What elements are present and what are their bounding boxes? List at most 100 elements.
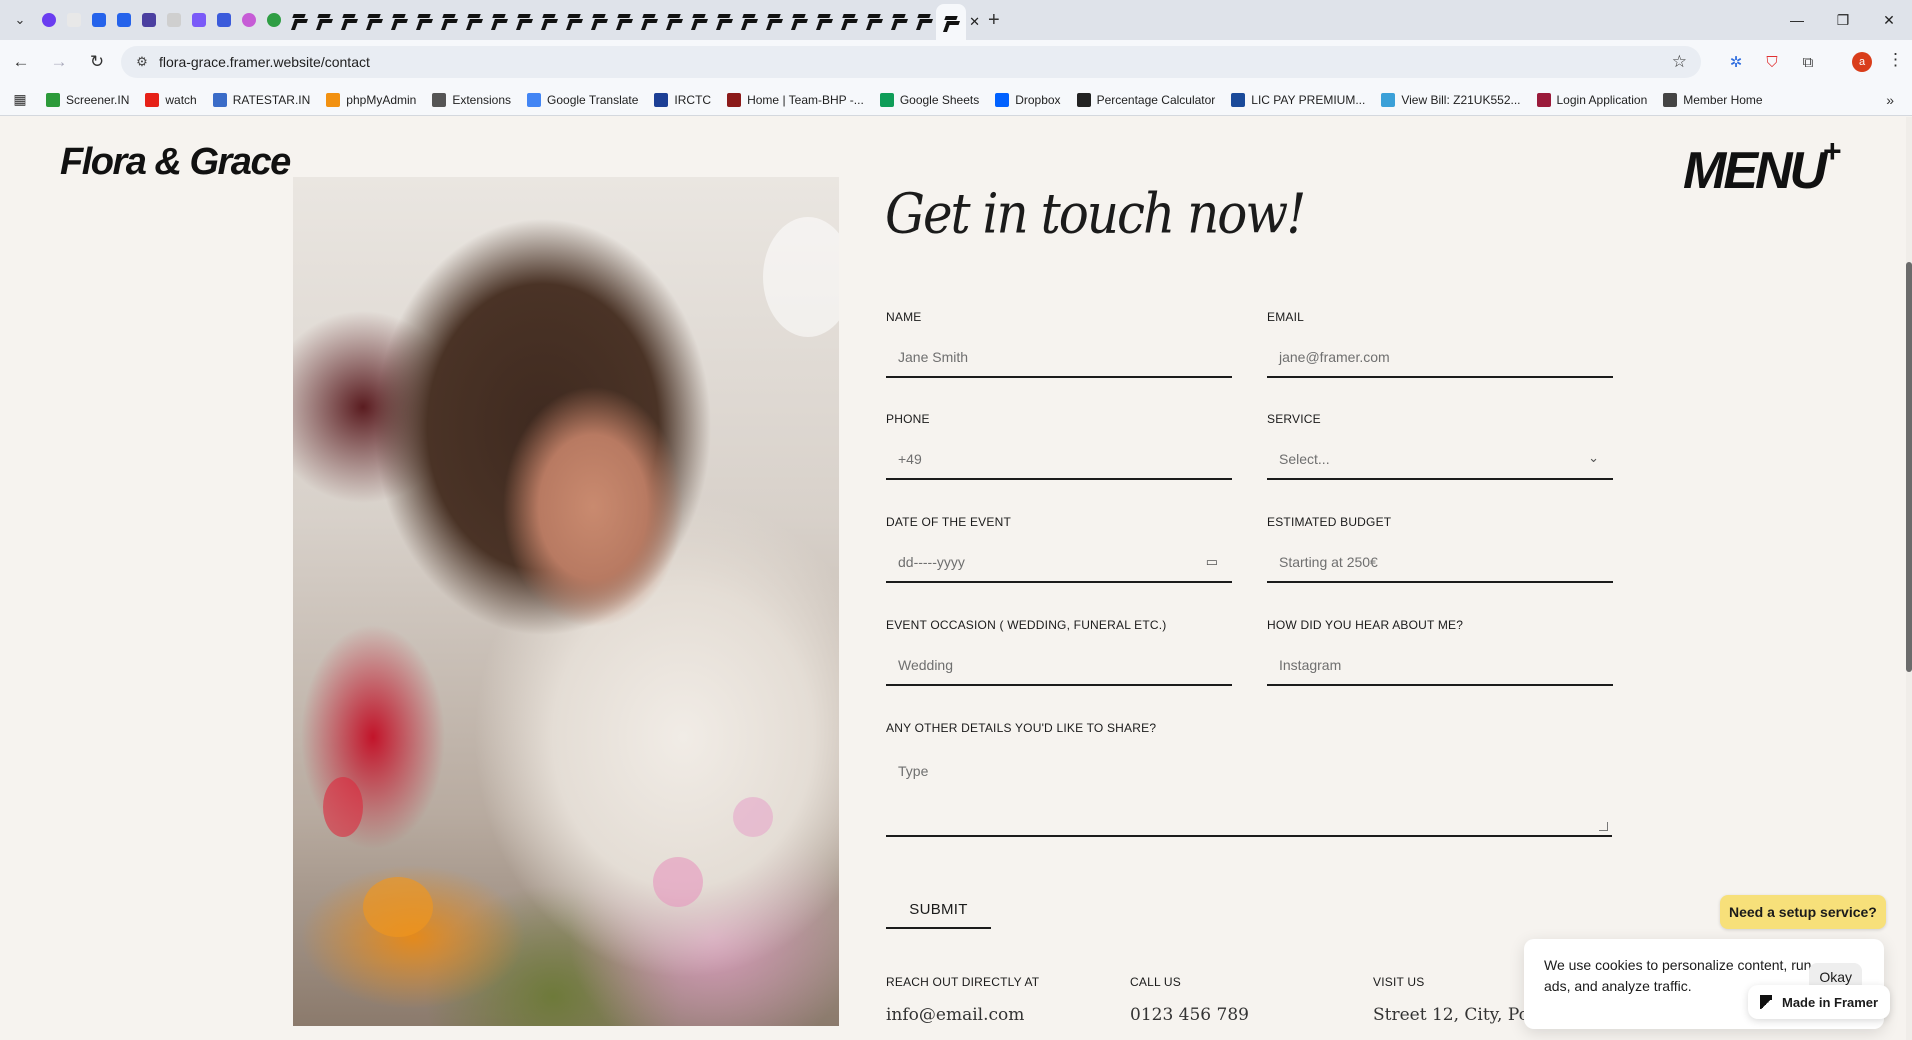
tab[interactable] [736, 5, 761, 35]
framer-favicon-icon [944, 15, 958, 29]
bookmark-label: View Bill: Z21UK552... [1401, 92, 1521, 107]
tab[interactable] [661, 5, 686, 35]
apps-grid-icon[interactable]: ▦ [2, 91, 38, 108]
back-button[interactable]: ← [4, 45, 38, 79]
tab[interactable] [636, 5, 661, 35]
tab[interactable] [261, 5, 286, 35]
bookmark-item[interactable]: Extensions [424, 87, 519, 113]
tab[interactable] [436, 5, 461, 35]
framer-favicon-icon [467, 13, 481, 27]
minimize-button[interactable]: — [1774, 0, 1820, 40]
tab[interactable] [811, 5, 836, 35]
extension-icon[interactable]: ✲ [1724, 50, 1748, 74]
tab[interactable] [36, 5, 61, 35]
address-bar[interactable]: ⚙ flora-grace.framer.website/contact ☆ [121, 46, 1701, 78]
tab[interactable] [461, 5, 486, 35]
tab[interactable] [886, 5, 911, 35]
bookmark-item[interactable]: View Bill: Z21UK552... [1373, 87, 1528, 113]
new-tab-button[interactable]: + [988, 9, 1000, 32]
bookmark-item[interactable]: watch [137, 87, 204, 113]
tab[interactable] [911, 5, 936, 35]
more-menu-icon[interactable]: ⋮ [1887, 50, 1904, 70]
setup-service-button[interactable]: Need a setup service? [1720, 895, 1886, 929]
tab-close-icon[interactable]: ✕ [969, 14, 980, 30]
puzzle-extensions-icon[interactable]: ⧉ [1796, 50, 1820, 74]
name-input[interactable]: Jane Smith [886, 338, 1232, 378]
tab[interactable] [711, 5, 736, 35]
profile-avatar[interactable]: a [1852, 52, 1872, 72]
tab[interactable] [361, 5, 386, 35]
site-info-icon[interactable]: ⚙ [127, 54, 157, 70]
bookmark-item[interactable]: RATESTAR.IN [205, 87, 319, 113]
scrollbar-thumb[interactable] [1906, 262, 1912, 672]
close-window-button[interactable]: ✕ [1866, 0, 1912, 40]
menu-plus-icon[interactable]: + [1823, 133, 1842, 170]
tab[interactable] [61, 5, 86, 35]
tab[interactable] [186, 5, 211, 35]
bookmark-item[interactable]: IRCTC [646, 87, 719, 113]
arrow-left-icon: ← [12, 52, 30, 71]
tab[interactable] [836, 5, 861, 35]
name-field: NAME Jane Smith [886, 310, 1232, 378]
bookmark-item[interactable]: Google Translate [519, 87, 646, 113]
contact-email-link[interactable]: info@email.com [886, 1005, 1039, 1025]
tab[interactable] [861, 5, 886, 35]
bookmark-item[interactable]: phpMyAdmin [318, 87, 424, 113]
email-input[interactable]: jane@framer.com [1267, 338, 1613, 378]
calendar-icon[interactable]: ▭ [1206, 554, 1218, 570]
bookmark-item[interactable]: Screener.IN [38, 87, 137, 113]
tab[interactable] [536, 5, 561, 35]
occasion-input[interactable]: Wedding [886, 646, 1232, 686]
tab[interactable] [86, 5, 111, 35]
tab-search-icon[interactable]: ⌄ [6, 6, 34, 34]
tab-active[interactable]: ✕ [936, 4, 980, 40]
tab[interactable] [511, 5, 536, 35]
reload-button[interactable]: ↻ [80, 45, 114, 79]
url-text[interactable]: flora-grace.framer.website/contact [159, 54, 370, 70]
bookmark-item[interactable]: LIC PAY PREMIUM... [1223, 87, 1373, 113]
framer-favicon-icon [492, 13, 506, 27]
submit-button[interactable]: SUBMIT [886, 891, 991, 929]
service-select[interactable]: Select... ⌄ [1267, 440, 1613, 480]
bookmark-item[interactable]: Dropbox [987, 87, 1068, 113]
source-input[interactable]: Instagram [1267, 646, 1613, 686]
details-textarea[interactable]: Type [886, 749, 1612, 837]
bookmark-item[interactable]: Member Home [1655, 87, 1770, 113]
date-label: DATE OF THE EVENT [886, 515, 1011, 529]
restore-button[interactable]: ❐ [1820, 0, 1866, 40]
bookmark-item[interactable]: Login Application [1529, 87, 1656, 113]
tab[interactable] [561, 5, 586, 35]
resize-handle-icon[interactable] [1599, 822, 1608, 831]
tab[interactable] [686, 5, 711, 35]
tab[interactable] [336, 5, 361, 35]
tab[interactable] [236, 5, 261, 35]
tab[interactable] [211, 5, 236, 35]
tab[interactable] [386, 5, 411, 35]
tab[interactable] [761, 5, 786, 35]
forward-button[interactable]: → [42, 45, 76, 79]
contact-phone-link[interactable]: 0123 456 789 [1130, 1005, 1249, 1025]
tab[interactable] [111, 5, 136, 35]
tab[interactable] [611, 5, 636, 35]
bookmark-favicon-icon [145, 92, 160, 107]
bookmark-item[interactable]: Percentage Calculator [1069, 87, 1224, 113]
tab[interactable] [486, 5, 511, 35]
tab[interactable] [136, 5, 161, 35]
tab[interactable] [286, 5, 311, 35]
tab[interactable] [586, 5, 611, 35]
more-bookmarks-icon[interactable]: » [1886, 92, 1894, 108]
menu-button[interactable]: MENU [1683, 141, 1827, 201]
phone-input[interactable]: +49 [886, 440, 1232, 480]
shield-extension-icon[interactable]: ⛉ [1760, 50, 1784, 74]
site-logo[interactable]: Flora & Grace [60, 141, 291, 184]
tab[interactable] [311, 5, 336, 35]
tab[interactable] [786, 5, 811, 35]
bookmark-star-icon[interactable]: ☆ [1672, 52, 1687, 72]
budget-input[interactable]: Starting at 250€ [1267, 543, 1613, 583]
tab[interactable] [161, 5, 186, 35]
made-in-framer-badge[interactable]: Made in Framer [1748, 985, 1891, 1019]
bookmark-item[interactable]: Home | Team-BHP -... [719, 87, 872, 113]
date-input[interactable]: dd-----yyyy ▭ [886, 543, 1232, 583]
tab[interactable] [411, 5, 436, 35]
bookmark-item[interactable]: Google Sheets [872, 87, 987, 113]
